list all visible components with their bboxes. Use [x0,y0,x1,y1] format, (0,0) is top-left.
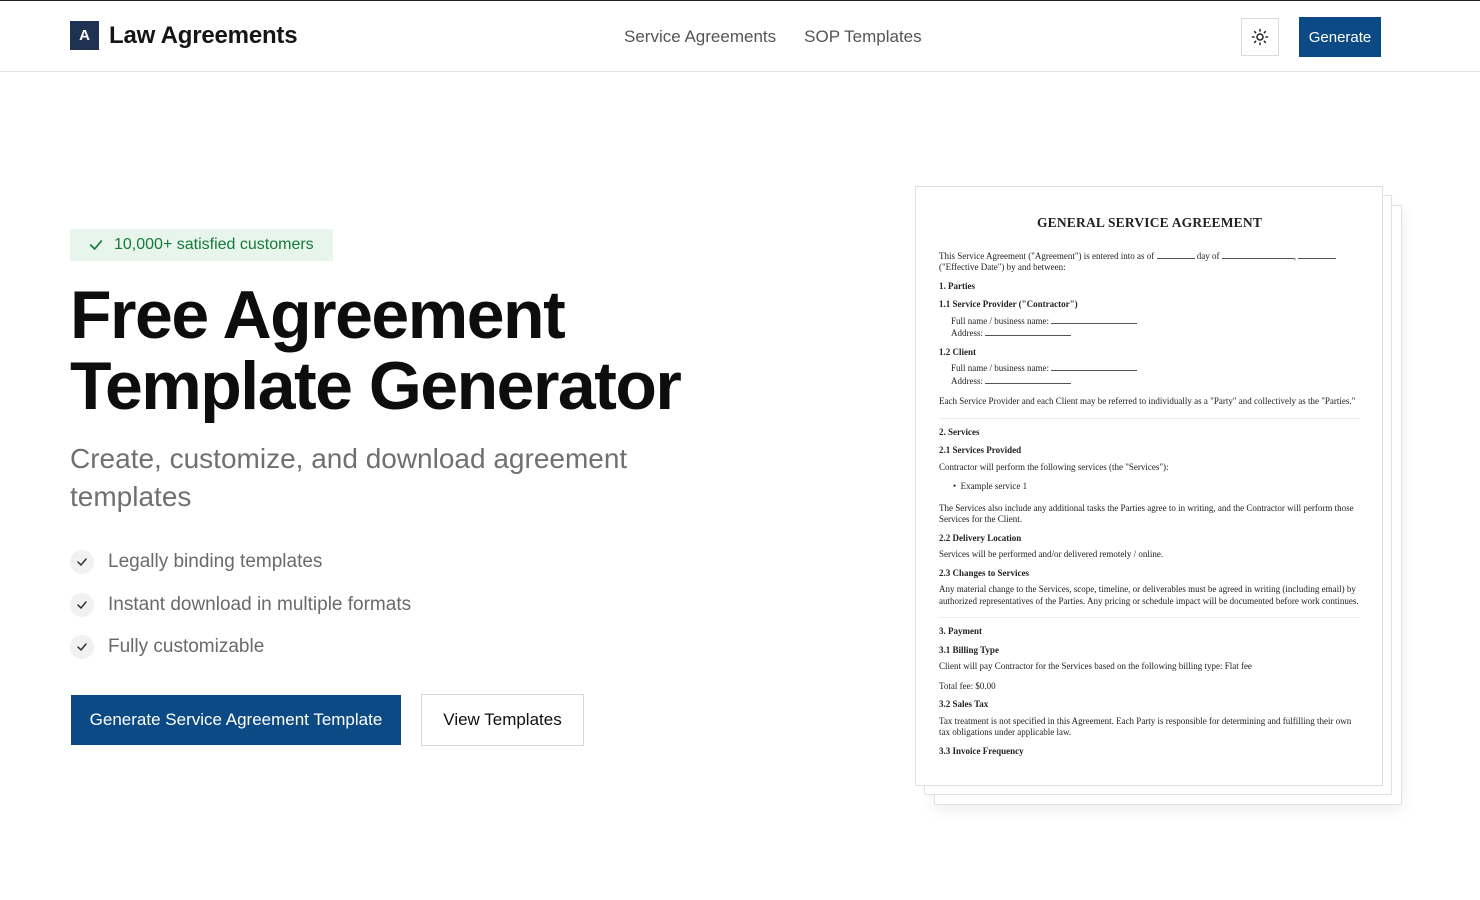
document-paragraph: Services will be performed and/or delive… [939,549,1164,559]
intro-text-a: This Service Agreement ("Agreement") is … [939,250,1155,261]
sun-icon [1251,28,1269,46]
section-heading: 2.2 Delivery Location [939,532,1022,543]
badge-text: 10,000+ satisfied customers [114,236,314,253]
section-heading: 2.3 Changes to Services [939,567,1029,578]
section-heading: 3.2 Sales Tax [939,699,989,709]
brand-name: Law Agreements [109,21,298,49]
blank-line [985,376,1072,384]
blank-line [1221,251,1294,259]
generate-template-button[interactable]: Generate Service Agreement Template [71,695,401,745]
field-label: Full name / business name: [951,315,1049,326]
blank-line [1051,363,1138,371]
field-row: Address: [939,328,1360,340]
hero-title: Free Agreement Template Generator [70,277,682,424]
feature-item: Instant download in multiple formats [70,584,411,627]
theme-toggle-button[interactable] [1241,18,1279,56]
customers-badge: 10,000+ satisfied customers [70,229,333,261]
nav-link-sop-templates[interactable]: SOP Templates [804,27,922,47]
main-nav: Service Agreements SOP Templates [624,27,922,47]
field-label: Full name / business name: [951,363,1049,373]
bullet-text: Example service 1 [960,481,1028,491]
intro-text-c: ("Effective Date") by and between: [939,262,1066,272]
check-circle-icon [70,592,94,617]
document-intro: This Service Agreement ("Agreement") is … [939,251,1360,274]
check-circle-icon [70,635,94,660]
feature-item: Legally binding templates [70,541,411,584]
hero-title-line-1: Free Agreement [70,277,566,353]
nav-link-service-agreements[interactable]: Service Agreements [624,27,776,47]
hero-subtitle: Create, customize, and download agreemen… [70,443,628,512]
document-paragraph: Each Service Provider and each Client ma… [939,396,1356,406]
intro-text-b: day of [1196,250,1220,261]
document-bullet: • Example service 1 [953,481,1028,491]
field-label: Address: [951,328,983,338]
feature-text: Legally binding templates [108,551,323,573]
section-divider [939,417,1360,419]
section-heading: 3.1 Billing Type [939,644,999,655]
document-paragraph: The Services also include any additional… [939,502,1354,525]
field-row: Full name / business name: [939,316,1360,328]
brand-logo: A [70,21,99,50]
feature-text: Fully customizable [108,636,265,658]
feature-text: Instant download in multiple formats [108,593,412,615]
document-paragraph: Tax treatment is not specified in this A… [939,715,1352,738]
field-row: Full name / business name: [939,363,1360,375]
feature-list: Legally binding templates Instant downlo… [70,541,411,669]
field-label: Address: [951,375,983,386]
section-heading: 1.1 Service Provider ("Contractor") [939,299,1078,309]
check-circle-icon [70,550,94,575]
section-heading: 2. Services [939,426,980,437]
document-paragraph: Total fee: $0.00 [939,680,996,691]
document-paragraph: Any material change to the Services, sco… [939,584,1359,606]
section-heading: 1.2 Client [939,346,976,357]
blank-line [1051,316,1138,324]
header-generate-button[interactable]: Generate [1299,17,1381,57]
blank-line [1298,251,1337,259]
brand[interactable]: A Law Agreements [70,21,298,50]
agreement-preview-document: GENERAL SERVICE AGREEMENT This Service A… [915,186,1383,786]
blank-line [985,328,1072,336]
section-heading: 3.3 Invoice Frequency [939,745,1024,756]
feature-item: Fully customizable [70,626,411,669]
hero-title-line-2: Template Generator [70,348,682,424]
blank-line [1156,251,1195,259]
section-heading: 1. Parties [939,280,975,291]
document-paragraph: Contractor will perform the following se… [939,461,1169,472]
document-title: GENERAL SERVICE AGREEMENT [1036,215,1263,230]
document-paragraph: Client will pay Contractor for the Servi… [939,661,1252,671]
check-icon [89,240,103,250]
section-divider [939,617,1360,618]
view-templates-button[interactable]: View Templates [421,694,584,746]
section-heading: 2.1 Services Provided [939,445,1022,455]
section-heading: 3. Payment [939,626,982,636]
site-header: A Law Agreements Service Agreements SOP … [0,0,1480,72]
field-row: Address: [939,376,1360,388]
